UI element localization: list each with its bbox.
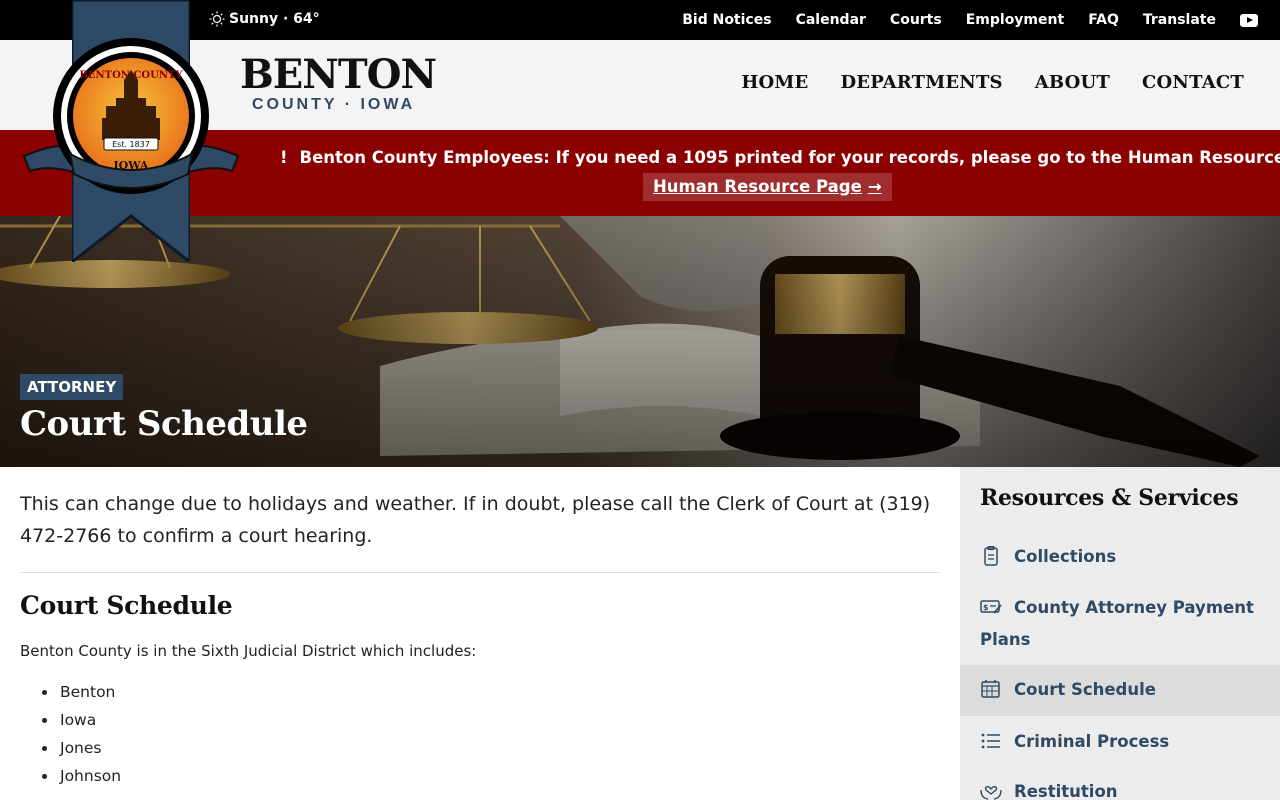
util-link-faq[interactable]: FAQ [1088,12,1119,28]
sidebar-item-restitution[interactable]: Restitution [960,776,1280,800]
list-item: Benton [40,678,940,706]
sidebar-item-label: Court Schedule [1014,680,1156,699]
main-nav: HOME DEPARTMENTS ABOUT CONTACT [741,72,1244,93]
hands-heart-icon [980,786,1002,800]
clipboard-icon [984,546,998,566]
district-description: Benton County is in the Sixth Judicial D… [20,642,477,660]
alert-message: ! Benton County Employees: If you need a … [280,148,1280,167]
seal-bottom-text: IOWA [114,159,149,172]
util-link-calendar[interactable]: Calendar [796,12,866,28]
sidebar-item-label: Restitution [1014,782,1118,800]
content-divider [20,572,940,573]
svg-text:$: $ [983,603,989,612]
brand-name: BENTON [240,51,437,98]
human-resource-link[interactable]: Human Resource Page → [643,173,892,201]
intro-text: This can change due to holidays and weat… [20,493,931,547]
utility-nav: Bid Notices Calendar Courts Employment F… [682,0,1258,40]
calendar-icon [981,680,1000,698]
arrow-right-icon: → [867,177,882,196]
utility-bar: Sunny · 64° Bid Notices Calendar Courts … [0,0,1280,40]
brand-wordmark[interactable]: BENTON COUNTY · IOWA [240,51,437,114]
weather-widget: Sunny · 64° [209,11,320,27]
util-link-employment[interactable]: Employment [966,12,1064,28]
seal-top-text: BENTON COUNTY [79,70,183,81]
seal-est-text: Est. 1837 [112,140,150,149]
nav-departments[interactable]: DEPARTMENTS [840,72,1002,93]
list-item: Iowa [40,706,940,734]
county-list: Benton Iowa Jones Johnson [20,678,940,790]
alert-message-text: Benton County Employees: If you need a 1… [299,148,1280,167]
sidebar-item-collections[interactable]: Collections [960,541,1280,573]
sidebar-title: Resources & Services [980,485,1239,511]
human-resource-link-label: Human Resource Page [653,177,862,196]
youtube-icon[interactable] [1240,13,1258,27]
brand-subtitle: COUNTY · IOWA [252,96,416,113]
page-title: Court Schedule [20,404,308,444]
payment-check-icon: $ [980,600,1002,614]
nav-about[interactable]: ABOUT [1035,72,1110,93]
sidebar-item-criminal-process[interactable]: Criminal Process [960,726,1280,758]
sidebar-item-label: County Attorney Payment Plans [980,598,1254,649]
breadcrumb-attorney[interactable]: ATTORNEY [20,374,124,400]
sun-icon [209,11,225,27]
sidebar-item-label: Collections [1014,547,1117,566]
util-link-courts[interactable]: Courts [890,12,942,28]
sidebar-item-label: Criminal Process [1014,732,1170,751]
sidebar-item-payment-plans[interactable]: $ County Attorney Payment Plans [960,592,1280,656]
alert-icon: ! [280,148,288,167]
main-content: This can change due to holidays and weat… [20,488,940,790]
util-link-translate[interactable]: Translate [1143,12,1216,28]
nav-home[interactable]: HOME [741,72,808,93]
weather-text: Sunny · 64° [229,11,320,27]
resources-sidebar: Resources & Services Collections $ Count… [960,467,1280,800]
county-seal-logo[interactable]: Est. 1837 IOWA BENTON COUNTY [20,36,242,196]
list-item: Johnson [40,762,940,790]
nav-contact[interactable]: CONTACT [1142,72,1244,93]
section-heading: Court Schedule [20,591,233,620]
util-link-bid-notices[interactable]: Bid Notices [682,12,771,28]
list-item: Jones [40,734,940,762]
sidebar-item-court-schedule[interactable]: Court Schedule [960,665,1280,716]
list-icon [981,733,1000,749]
